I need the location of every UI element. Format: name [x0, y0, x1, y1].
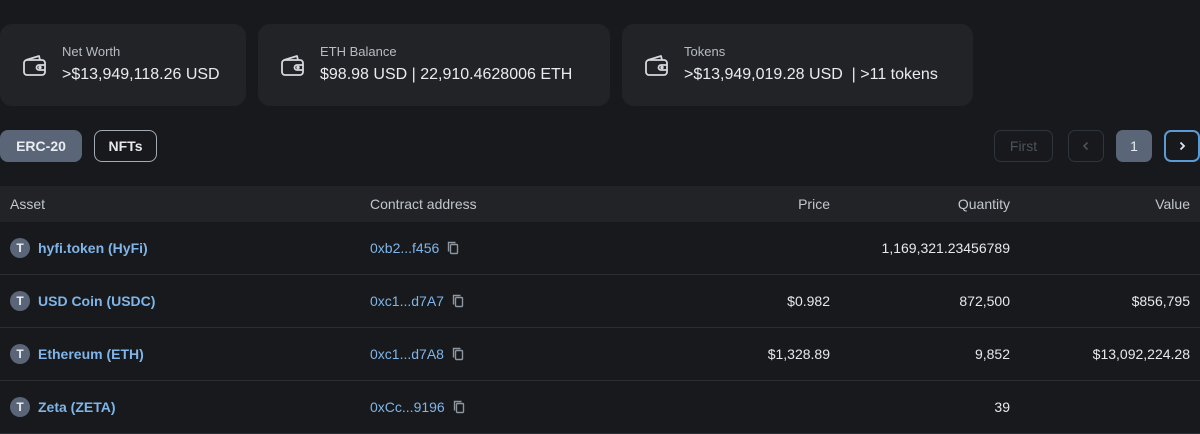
tokens-value: >$13,949,019.28 USD | >11 tokens — [684, 66, 938, 83]
header-quantity: Quantity — [957, 196, 1010, 212]
table-row: T USD Coin (USDC) 0xc1...d7A7 $0.982 872… — [0, 275, 1200, 328]
header-contract: Contract address — [370, 196, 477, 212]
asset-link[interactable]: hyfi.token (HyFi) — [38, 240, 148, 256]
table-row: T Zeta (ZETA) 0xCc...9196 39 — [0, 381, 1200, 434]
net-worth-card: Net Worth >$13,949,118.26 USD — [0, 24, 246, 106]
summary-cards: Net Worth >$13,949,118.26 USD ETH Balanc… — [0, 24, 973, 106]
value-cell: $13,092,224.28 — [1092, 346, 1190, 362]
copy-icon[interactable] — [453, 400, 465, 414]
contract-address-link[interactable]: 0xc1...d7A8 — [370, 346, 444, 362]
copy-icon[interactable] — [452, 294, 464, 308]
quantity-cell: 9,852 — [974, 346, 1010, 362]
tab-nfts[interactable]: NFTs — [94, 130, 157, 162]
chevron-right-icon — [1179, 141, 1186, 151]
net-worth-label: Net Worth — [62, 44, 121, 59]
quantity-cell: 39 — [994, 399, 1010, 415]
wallet-icon — [20, 50, 50, 80]
tab-erc20[interactable]: ERC-20 — [0, 130, 82, 162]
tokens-card: Tokens >$13,949,019.28 USD | >11 tokens — [622, 24, 973, 106]
asset-link[interactable]: USD Coin (USDC) — [38, 293, 155, 309]
token-table: Asset Contract address Price Quantity Va… — [0, 186, 1200, 434]
asset-link[interactable]: Zeta (ZETA) — [38, 399, 116, 415]
header-asset: Asset — [10, 196, 46, 212]
token-badge: T — [10, 397, 30, 417]
pagination: First 1 — [994, 130, 1200, 162]
table-header: Asset Contract address Price Quantity Va… — [0, 186, 1200, 222]
contract-address-link[interactable]: 0xc1...d7A7 — [370, 293, 444, 309]
quantity-cell: 872,500 — [959, 293, 1010, 309]
eth-balance-card: ETH Balance $98.98 USD | 22,910.4628006 … — [258, 24, 610, 106]
value-cell: $856,795 — [1131, 293, 1190, 309]
copy-icon[interactable] — [452, 347, 464, 361]
header-value: Value — [1155, 196, 1190, 212]
wallet-icon — [278, 50, 308, 80]
price-cell: $1,328.89 — [767, 346, 830, 362]
header-price: Price — [798, 196, 830, 212]
eth-balance-label: ETH Balance — [320, 44, 397, 59]
next-page-button[interactable] — [1164, 130, 1200, 162]
quantity-cell: 1,169,321.23456789 — [881, 240, 1010, 256]
current-page-button[interactable]: 1 — [1116, 130, 1152, 162]
eth-balance-value: $98.98 USD | 22,910.4628006 ETH — [320, 66, 573, 83]
copy-icon[interactable] — [447, 241, 459, 255]
contract-address-link[interactable]: 0xb2...f456 — [370, 240, 439, 256]
token-badge: T — [10, 344, 30, 364]
asset-type-tabs: ERC-20 NFTs — [0, 130, 157, 162]
table-row: T hyfi.token (HyFi) 0xb2...f456 1,169,32… — [0, 222, 1200, 275]
token-badge: T — [10, 291, 30, 311]
contract-address-link[interactable]: 0xCc...9196 — [370, 399, 445, 415]
first-page-button[interactable]: First — [994, 130, 1053, 162]
tokens-label: Tokens — [684, 44, 726, 59]
net-worth-value: >$13,949,118.26 USD — [62, 66, 220, 83]
price-cell: $0.982 — [787, 293, 830, 309]
prev-page-button[interactable] — [1068, 130, 1104, 162]
asset-link[interactable]: Ethereum (ETH) — [38, 346, 144, 362]
token-badge: T — [10, 238, 30, 258]
chevron-left-icon — [1082, 141, 1089, 151]
wallet-icon — [642, 50, 672, 80]
table-row: T Ethereum (ETH) 0xc1...d7A8 $1,328.89 9… — [0, 328, 1200, 381]
